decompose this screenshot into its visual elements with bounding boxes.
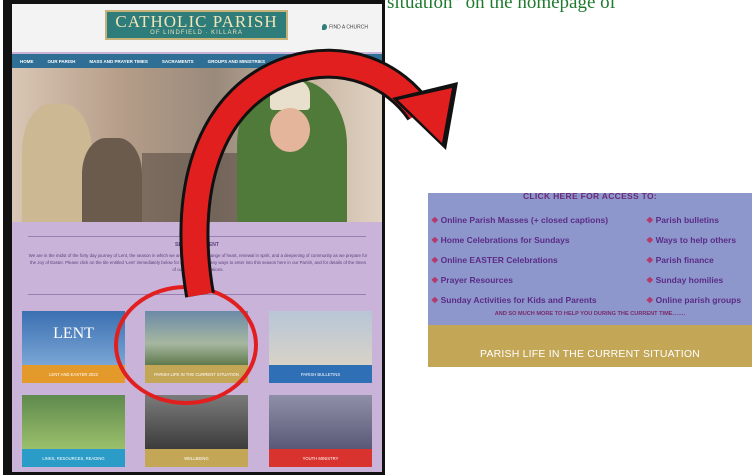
panel-link[interactable]: ❖ Prayer Resources [431, 275, 513, 286]
tile-parish-life[interactable]: PARISH LIFE IN THE CURRENT SITUATION [145, 311, 248, 383]
panel-link-label: Sunday Activities for Kids and Parents [440, 295, 597, 305]
bullet-icon: ❖ [431, 295, 439, 305]
parish-logo[interactable]: CATHOLIC PARISH OF LINDFIELD · KILLARA [105, 10, 288, 40]
panel-link[interactable]: ❖ Sunday homilies [646, 275, 723, 286]
find-church-label: FIND A CHURCH [329, 24, 368, 31]
tile-label: PARISH LIFE IN THE CURRENT SITUATION [145, 365, 248, 383]
tile-label: LINKS, RESOURCES, READING [22, 449, 125, 467]
tile-bulletins[interactable]: PARISH BULLETINS [269, 311, 372, 383]
bullet-icon: ❖ [431, 255, 439, 265]
lent-image-label: LENT [53, 325, 94, 342]
panel-more-text: AND SO MUCH MORE TO HELP YOU DURING THE … [494, 311, 686, 317]
tile-lent[interactable]: LENT LENT AND EASTER 2022 [22, 311, 125, 383]
hero-person [82, 138, 142, 222]
logo-title: CATHOLIC PARISH [115, 12, 278, 31]
bullet-icon: ❖ [646, 255, 654, 265]
hero-face [270, 108, 310, 152]
hero-mitre [270, 78, 310, 110]
panel-link-label: Ways to help others [655, 235, 737, 245]
tile-links[interactable]: LINKS, RESOURCES, READING [22, 395, 125, 467]
tile-wellbeing[interactable]: WELLBEING [145, 395, 248, 467]
tile-label: YOUTH MINISTRY [269, 449, 372, 467]
bullet-icon: ❖ [646, 235, 654, 245]
website-screenshot-frame: CATHOLIC PARISH OF LINDFIELD · KILLARA F… [3, 0, 385, 475]
panel-link[interactable]: ❖ Home Celebrations for Sundays [431, 235, 570, 246]
tile-image [145, 395, 248, 449]
tile-image [269, 311, 372, 365]
panel-link[interactable]: ❖ Ways to help others [646, 235, 736, 246]
tile-youth[interactable]: YOUTH MINISTRY [269, 395, 372, 467]
nav-sacraments[interactable]: SACRAMENTS [162, 59, 194, 64]
bullet-icon: ❖ [431, 215, 439, 225]
panel-footer-label: PARISH LIFE IN THE CURRENT SITUATION [480, 348, 700, 360]
caption-text: situation” on the homepage of [387, 0, 616, 13]
nav-our-parish[interactable]: OUR PARISH [48, 59, 76, 64]
panel-link[interactable]: ❖ Online Parish Masses (+ closed captions… [431, 215, 608, 226]
season-title: SEASON OF LENT [175, 242, 219, 248]
panel-link[interactable]: ❖ Parish finance [646, 255, 714, 266]
arrow-head-outline [392, 82, 458, 150]
panel-footer[interactable]: PARISH LIFE IN THE CURRENT SITUATION [428, 325, 752, 367]
panel-link-label: Parish finance [655, 255, 714, 265]
tile-image [22, 395, 125, 449]
bullet-icon: ❖ [431, 235, 439, 245]
nav-home[interactable]: HOME [20, 59, 34, 64]
tile-image [145, 311, 248, 365]
season-text: We are in the midst of the forty day jou… [28, 253, 368, 272]
hero-crowd [142, 153, 242, 222]
tile-label: PARISH BULLETINS [269, 365, 372, 383]
nav-news[interactable]: NEWS & EVENTS [279, 59, 316, 64]
panel-link[interactable]: ❖ Parish bulletins [646, 215, 719, 226]
parish-life-callout[interactable]: CLICK HERE FOR ACCESS TO: ❖ Online Parish… [428, 193, 752, 367]
tile-label: LENT AND EASTER 2022 [22, 365, 125, 383]
panel-link-label: Home Celebrations for Sundays [440, 235, 570, 245]
tile-label: WELLBEING [145, 449, 248, 467]
tile-image [269, 395, 372, 449]
panel-link[interactable]: ❖ Sunday Activities for Kids and Parents [431, 295, 597, 306]
find-church-link[interactable]: FIND A CHURCH [322, 24, 368, 30]
bullet-icon: ❖ [431, 275, 439, 285]
hero-photo [12, 68, 382, 222]
panel-link-label: Parish bulletins [655, 215, 719, 225]
panel-link-label: Online EASTER Celebrations [440, 255, 558, 265]
nav-mass-times[interactable]: MASS AND PRAYER TIMES [89, 59, 147, 64]
divider [28, 236, 366, 237]
panel-link-label: Prayer Resources [440, 275, 513, 285]
arrow-head [398, 88, 452, 143]
bullet-icon: ❖ [646, 215, 654, 225]
parish-website: CATHOLIC PARISH OF LINDFIELD · KILLARA F… [12, 4, 382, 472]
panel-link[interactable]: ❖ Online EASTER Celebrations [431, 255, 558, 266]
panel-link[interactable]: ❖ Online parish groups [646, 295, 741, 306]
map-pin-icon [322, 24, 328, 30]
panel-link-label: Sunday homilies [655, 275, 724, 285]
bullet-icon: ❖ [646, 295, 654, 305]
panel-heading: CLICK HERE FOR ACCESS TO: [522, 193, 658, 201]
nav-groups[interactable]: GROUPS AND MINISTRIES [208, 59, 265, 64]
bullet-icon: ❖ [646, 275, 654, 285]
panel-link-label: Online Parish Masses (+ closed captions) [440, 215, 609, 225]
divider [28, 294, 366, 295]
tile-image: LENT [22, 311, 125, 365]
panel-link-label: Online parish groups [655, 295, 742, 305]
site-header: CATHOLIC PARISH OF LINDFIELD · KILLARA F… [12, 4, 382, 52]
main-nav: HOME OUR PARISH MASS AND PRAYER TIMES SA… [12, 54, 382, 68]
